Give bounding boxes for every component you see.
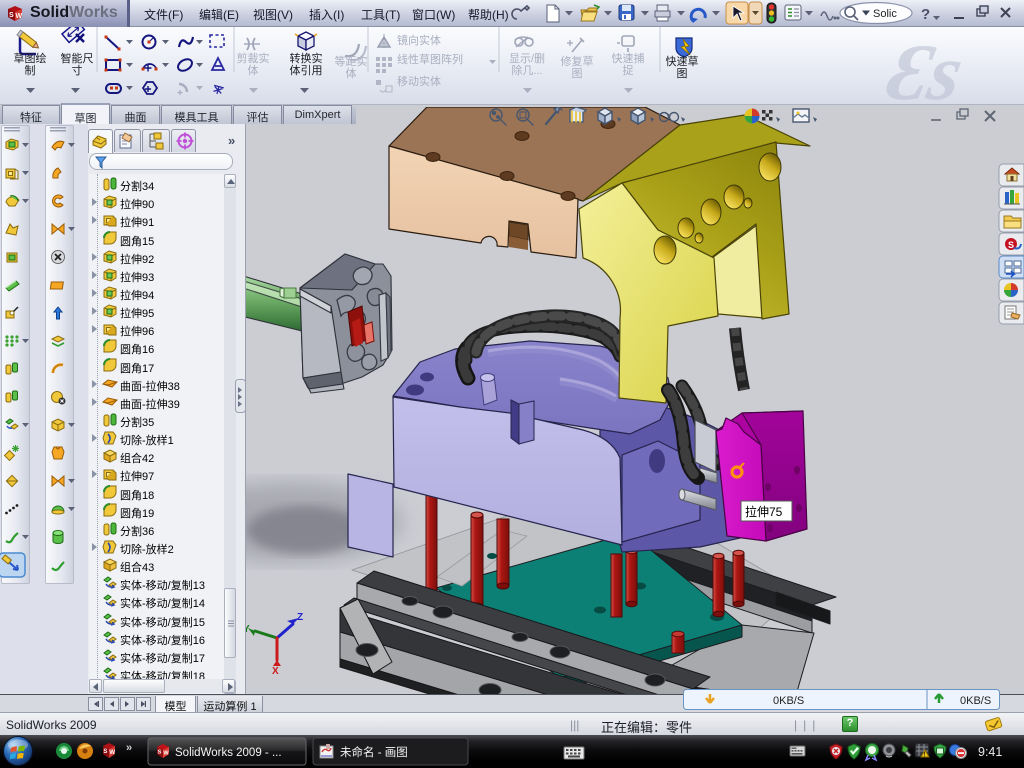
svg-text:9:41: 9:41 <box>978 745 1002 759</box>
svg-text:W: W <box>163 750 169 756</box>
svg-text:0KB/S: 0KB/S <box>773 695 804 707</box>
svg-text:W: W <box>16 13 23 20</box>
svg-text:W: W <box>109 750 115 756</box>
svg-text:0KB/S: 0KB/S <box>960 695 991 707</box>
svg-text:Z: Z <box>297 612 303 623</box>
svg-text:Ɛs: Ɛs <box>880 29 971 105</box>
svg-text:拉伸75: 拉伸75 <box>745 504 783 519</box>
svg-text:Solic: Solic <box>873 8 897 20</box>
svg-text:S: S <box>103 749 107 755</box>
svg-text:未命名 - 画图: 未命名 - 画图 <box>340 745 408 759</box>
svg-text:Y: Y <box>246 624 250 635</box>
svg-text:!: ! <box>924 752 926 758</box>
svg-text:S: S <box>158 749 162 755</box>
svg-text:»: » <box>126 742 132 754</box>
svg-text:S: S <box>9 12 14 19</box>
svg-text:X: X <box>272 666 279 677</box>
svg-text:S: S <box>1008 240 1014 250</box>
svg-text:?: ? <box>921 6 930 23</box>
svg-text:SolidWorks 2009 - ...: SolidWorks 2009 - ... <box>175 747 282 759</box>
svg-text:»: » <box>228 133 235 148</box>
